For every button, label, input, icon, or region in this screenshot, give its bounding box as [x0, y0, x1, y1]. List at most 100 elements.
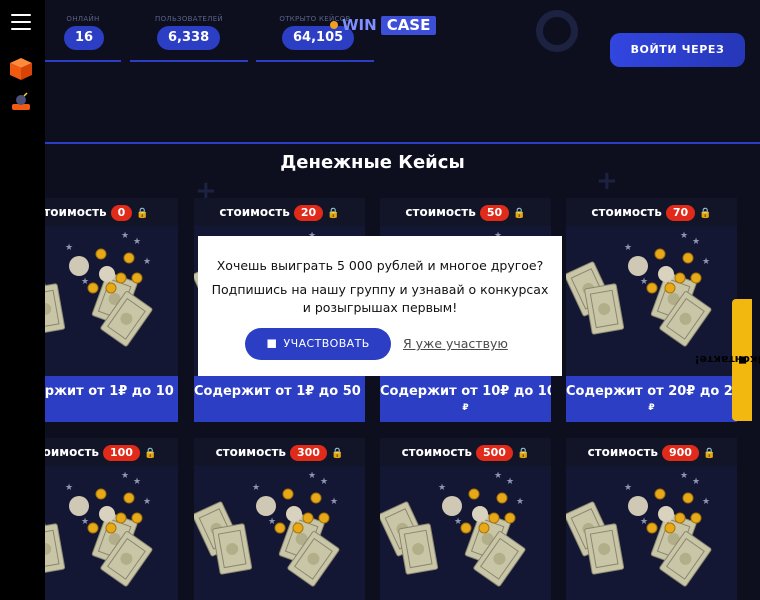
- case-contains: Содержит от 10₽ до 100 ₽: [380, 376, 551, 422]
- gear-coin-icon: [658, 266, 674, 282]
- price-label: стоимость: [587, 445, 658, 459]
- sparkle-star-icon: ★: [320, 477, 328, 487]
- money-bag-icon: [69, 256, 89, 276]
- site-logo[interactable]: WIN CASE: [330, 15, 437, 35]
- gear-coin-icon: [99, 506, 115, 522]
- hamburger-menu-icon[interactable]: [11, 14, 31, 30]
- case-card-header: стоимость 900 🔒: [566, 438, 737, 466]
- case-card[interactable]: стоимость 70 🔒 ★ ★ ★ ★ ★ Содержит от 20₽ до 25…: [564, 198, 737, 422]
- case-card[interactable]: стоимость 500 🔒 ★ ★ ★ ★ ★: [378, 438, 551, 600]
- gold-coin-icon: [674, 272, 686, 284]
- stat-users-value: 6,338: [157, 26, 221, 50]
- join-button[interactable]: ◼ участвовать: [245, 328, 391, 360]
- sparkle-star-icon: ★: [624, 243, 632, 253]
- modal-text: Подпишись на нашу группу и узнавай о кон…: [211, 282, 549, 315]
- money-image: ★★★★★: [192, 466, 365, 600]
- gold-coin-icon: [87, 282, 99, 294]
- banknote-icon: [584, 283, 625, 335]
- gold-coin-icon: [646, 522, 658, 534]
- gold-coin-icon: [504, 512, 516, 524]
- gold-coin-icon: [488, 512, 500, 524]
- gold-coin-icon: [654, 488, 666, 500]
- stat-online-value: 16: [64, 26, 105, 50]
- gold-coin-icon: [310, 492, 322, 504]
- sparkle-star-icon: ★: [121, 231, 129, 241]
- sparkle-star-icon: ★: [506, 477, 514, 487]
- case-card-header: стоимость 70 🔒: [566, 198, 737, 226]
- already-joined-link[interactable]: Я уже участвую: [403, 336, 508, 351]
- price-badge: 100: [103, 445, 140, 461]
- lock-icon: 🔒: [702, 448, 716, 459]
- price-badge: 50: [479, 205, 510, 221]
- lock-icon: 🔒: [513, 208, 526, 219]
- gold-coin-icon: [478, 522, 490, 534]
- money-bag-icon: [628, 256, 648, 276]
- money-bag-icon: [442, 496, 462, 516]
- sparkle-star-icon: ★: [494, 471, 502, 481]
- bomb-game-icon[interactable]: [10, 92, 32, 112]
- vk-icon: ◼: [266, 336, 278, 351]
- sparkle-star-icon: ★: [121, 471, 129, 481]
- price-label: стоимость: [36, 205, 107, 219]
- money-illustration: ★★★★★: [564, 471, 712, 587]
- sparkle-star-icon: ★: [640, 517, 648, 527]
- money-illustration: ★★★★★: [378, 471, 526, 587]
- gold-coin-icon: [690, 512, 702, 524]
- gear-coin-icon: [658, 506, 674, 522]
- price-badge: 70: [665, 205, 696, 221]
- case-card-header: стоимость 500 🔒: [380, 438, 551, 466]
- banknote-icon: [398, 523, 439, 575]
- section-title: Денежные Кейсы: [280, 152, 465, 173]
- gold-coin-icon: [690, 272, 702, 284]
- stat-online-label: онлайн: [66, 15, 100, 23]
- gold-coin-icon: [468, 488, 480, 500]
- sparkle-star-icon: ★: [330, 497, 338, 507]
- sparkle-star-icon: ★: [143, 497, 151, 507]
- case-card[interactable]: стоимость 900 🔒 ★ ★ ★ ★ ★: [564, 438, 737, 600]
- sparkle-star-icon: ★: [680, 231, 688, 241]
- join-button-label: участвовать: [283, 337, 370, 350]
- background-ring-icon: [536, 10, 578, 52]
- modal-actions: ◼ участвовать Я уже участвую: [198, 328, 562, 360]
- gold-coin-icon: [274, 522, 286, 534]
- gold-coin-icon: [115, 512, 127, 524]
- header-divider: [45, 142, 760, 144]
- left-sidebar: [0, 0, 45, 600]
- case-contains-text: Содержит от 20₽ до 250: [566, 384, 737, 399]
- login-button[interactable]: войти через: [610, 33, 745, 67]
- gold-coin-icon: [682, 492, 694, 504]
- price-label: стоимость: [405, 205, 476, 219]
- gold-coin-icon: [95, 488, 107, 500]
- vk-side-tab-label: ◼ Мы Вконтакте!: [694, 354, 760, 367]
- logo-dot-icon: [330, 21, 338, 29]
- gold-coin-icon: [105, 522, 117, 534]
- banknote-icon: [584, 523, 625, 575]
- price-label: стоимость: [215, 445, 286, 459]
- case-card[interactable]: стоимость 300 🔒 ★ ★ ★ ★ ★: [192, 438, 365, 600]
- money-image: ★★★★★: [564, 466, 737, 600]
- gold-coin-icon: [123, 492, 135, 504]
- money-bag-icon: [69, 496, 89, 516]
- logo-case-text: CASE: [380, 15, 437, 35]
- sparkle-star-icon: ★: [680, 471, 688, 481]
- case-contains: Содержит от 20₽ до 250 ₽: [566, 376, 737, 422]
- lock-icon: 🔒: [327, 208, 340, 219]
- gold-coin-icon: [123, 252, 135, 264]
- sparkle-star-icon: ★: [65, 243, 73, 253]
- price-label: стоимость: [591, 205, 662, 219]
- lock-icon: 🔒: [330, 448, 344, 459]
- gold-coin-icon: [664, 282, 676, 294]
- gold-coin-icon: [105, 282, 117, 294]
- banknote-icon: [212, 523, 253, 575]
- sparkle-star-icon: ★: [268, 517, 276, 527]
- gold-coin-icon: [95, 248, 107, 260]
- case-cube-icon[interactable]: [8, 56, 34, 82]
- case-card-header: стоимость 50 🔒: [380, 198, 551, 226]
- price-label: стоимость: [401, 445, 472, 459]
- subscribe-modal: Хочешь выиграть 5 000 рублей и многое др…: [198, 236, 562, 376]
- case-contains-currency: ₽: [462, 403, 469, 413]
- sparkle-star-icon: ★: [308, 471, 316, 481]
- vk-side-tab[interactable]: ◼ Мы Вконтакте!: [694, 299, 760, 421]
- gold-coin-icon: [496, 492, 508, 504]
- money-bag-icon: [256, 496, 276, 516]
